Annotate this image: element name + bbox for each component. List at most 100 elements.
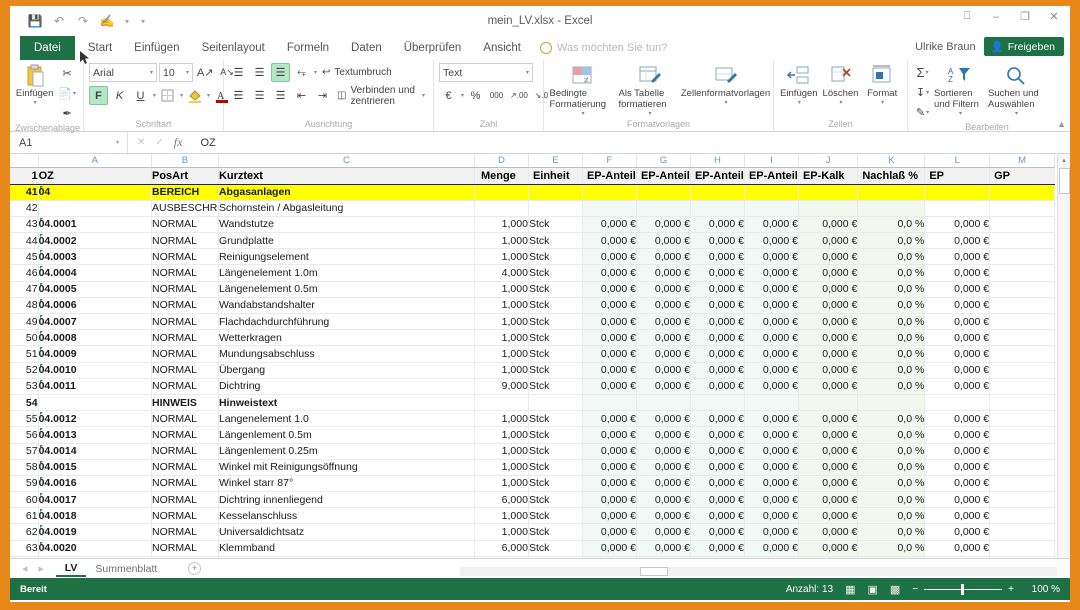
font-size-caret-icon[interactable]: ▾ xyxy=(186,69,189,76)
underline-button[interactable]: U xyxy=(131,86,150,105)
cell-oz[interactable]: 04.0012 xyxy=(38,411,151,427)
cell-posart[interactable]: NORMAL xyxy=(151,233,218,249)
cell-gp[interactable] xyxy=(990,314,1055,330)
cell-ep-anteil-2[interactable]: 0,000 € xyxy=(636,540,690,556)
cell-ep-anteil-3[interactable] xyxy=(690,200,744,216)
page-layout-view-icon[interactable]: ▣ xyxy=(868,583,878,596)
cell-ep-anteil-2[interactable] xyxy=(636,184,690,200)
increase-font-size-icon[interactable]: A↗ xyxy=(195,63,216,82)
cell-posart[interactable]: NORMAL xyxy=(151,508,218,524)
cell-ep-anteil-4[interactable]: 0,000 € xyxy=(744,297,798,313)
cell-kurztext[interactable]: Grundplatte xyxy=(218,233,474,249)
zoom-slider[interactable]: − + xyxy=(912,584,1014,595)
paste-caret-icon[interactable]: ▾ xyxy=(34,100,37,107)
cell-oz[interactable]: 04.0015 xyxy=(38,459,151,475)
cell-kurztext[interactable]: Flachdachdurchführung xyxy=(218,314,474,330)
cell-gp[interactable] xyxy=(990,524,1055,540)
cell-ep-kalk[interactable]: 0,000 € xyxy=(798,492,857,508)
table-row[interactable]: 5104.0009NORMALMundungsabschluss1,000Stc… xyxy=(10,346,1055,362)
cell-gp[interactable] xyxy=(990,362,1055,378)
cell-ep-anteil-3[interactable]: 0,000 € xyxy=(690,443,744,459)
header-cell-kurztext[interactable]: Kurztext xyxy=(218,167,474,184)
minimize-icon[interactable]: – xyxy=(988,11,1004,23)
cell-ep-anteil-4[interactable]: 0,000 € xyxy=(744,362,798,378)
cell-nachlass[interactable] xyxy=(858,200,925,216)
cell-ep-anteil-4[interactable]: 0,000 € xyxy=(744,330,798,346)
cell-posart[interactable]: NORMAL xyxy=(151,362,218,378)
cell-ep-anteil-2[interactable]: 0,000 € xyxy=(636,443,690,459)
cell-ep-anteil-2[interactable]: 0,000 € xyxy=(636,475,690,491)
cell-ep[interactable]: 0,000 € xyxy=(925,314,990,330)
cell-ep-anteil-2[interactable] xyxy=(636,394,690,410)
horizontal-scroll-thumb[interactable] xyxy=(640,567,668,576)
cell-ep-anteil-1[interactable]: 0,000 € xyxy=(582,281,636,297)
cell-ep[interactable]: 0,000 € xyxy=(925,492,990,508)
cell-kurztext[interactable]: Hinweistext xyxy=(218,394,474,410)
cell-oz[interactable]: 04.0006 xyxy=(38,297,151,313)
cell-posart[interactable]: NORMAL xyxy=(151,459,218,475)
underline-caret-icon[interactable]: ▾ xyxy=(153,92,156,99)
cell-posart[interactable]: NORMAL xyxy=(151,378,218,394)
cell-menge[interactable]: 1,000 xyxy=(474,297,528,313)
cell-einheit[interactable]: Stck xyxy=(528,492,582,508)
cell-ep-anteil-2[interactable]: 0,000 € xyxy=(636,508,690,524)
col-header-H[interactable]: H xyxy=(690,154,744,167)
enter-icon[interactable]: ✓ xyxy=(155,137,163,148)
col-header-L[interactable]: L xyxy=(925,154,990,167)
number-format-caret-icon[interactable]: ▾ xyxy=(526,69,529,76)
cell-menge[interactable]: 1,000 xyxy=(474,233,528,249)
cell-kurztext[interactable]: Wetterkragen xyxy=(218,330,474,346)
tab-start[interactable]: Start xyxy=(77,36,123,60)
table-row[interactable]: 4804.0006NORMALWandabstandshalter1,000St… xyxy=(10,297,1055,313)
font-name-input[interactable]: Arial ▾ xyxy=(89,63,157,82)
cell-ep-anteil-3[interactable]: 0,000 € xyxy=(690,411,744,427)
row-header-54[interactable]: 54 xyxy=(10,394,38,410)
cell-ep-kalk[interactable]: 0,000 € xyxy=(798,475,857,491)
cell-ep-kalk[interactable]: 0,000 € xyxy=(798,297,857,313)
cell-ep[interactable]: 0,000 € xyxy=(925,378,990,394)
increase-decimal-icon[interactable]: ↗.00 xyxy=(508,86,530,105)
row-header-63[interactable]: 63 xyxy=(10,540,38,556)
horizontal-scrollbar[interactable] xyxy=(460,567,1057,576)
cell-einheit[interactable]: Stck xyxy=(528,540,582,556)
cell-ep-kalk[interactable]: 0,000 € xyxy=(798,233,857,249)
format-cells-caret-icon[interactable]: ▾ xyxy=(881,100,884,107)
table-row[interactable]: 6004.0017NORMALDichtring innenliegend6,0… xyxy=(10,492,1055,508)
cell-kurztext[interactable]: Abgasanlagen xyxy=(218,184,474,200)
cell-ep-anteil-1[interactable] xyxy=(582,394,636,410)
cell-ep[interactable]: 0,000 € xyxy=(925,427,990,443)
insert-cells-button[interactable]: Einfügen ▾ xyxy=(779,62,819,107)
cell-kurztext[interactable]: Universaldichtsatz xyxy=(218,524,474,540)
cell-ep-anteil-1[interactable] xyxy=(582,200,636,216)
cell-oz[interactable]: 04.0020 xyxy=(38,540,151,556)
cell-ep[interactable]: 0,000 € xyxy=(925,443,990,459)
cell-einheit[interactable]: Stck xyxy=(528,297,582,313)
table-row[interactable]: 5904.0016NORMALWinkel starr 87°1,000Stck… xyxy=(10,475,1055,491)
cell-ep-anteil-3[interactable] xyxy=(690,394,744,410)
cell-oz[interactable] xyxy=(38,394,151,410)
row-header-62[interactable]: 62 xyxy=(10,524,38,540)
cell-oz[interactable]: 04.0009 xyxy=(38,346,151,362)
copy-icon[interactable]: 📄▾ xyxy=(56,84,78,103)
cell-ep-anteil-2[interactable]: 0,000 € xyxy=(636,459,690,475)
cell-ep-anteil-4[interactable]: 0,000 € xyxy=(744,427,798,443)
cell-einheit[interactable]: Stck xyxy=(528,427,582,443)
table-row[interactable]: 5504.0012NORMALLangenelement 1.01,000Stc… xyxy=(10,411,1055,427)
cell-menge[interactable]: 6,000 xyxy=(474,492,528,508)
cell-einheit[interactable]: Stck xyxy=(528,216,582,232)
cell-einheit[interactable]: Stck xyxy=(528,524,582,540)
cell-oz[interactable]: 04.0017 xyxy=(38,492,151,508)
cell-gp[interactable] xyxy=(990,508,1055,524)
cell-ep[interactable]: 0,000 € xyxy=(925,475,990,491)
cell-menge[interactable]: 1,000 xyxy=(474,443,528,459)
cell-posart[interactable]: NORMAL xyxy=(151,540,218,556)
zoom-track[interactable] xyxy=(924,589,1002,590)
increase-indent-icon[interactable]: ⇥ xyxy=(313,86,332,105)
cell-nachlass[interactable]: 0,0 % xyxy=(858,492,925,508)
cell-ep-anteil-4[interactable]: 0,000 € xyxy=(744,281,798,297)
cell-gp[interactable] xyxy=(990,394,1055,410)
cell-ep-kalk[interactable]: 0,000 € xyxy=(798,540,857,556)
cell-nachlass[interactable]: 0,0 % xyxy=(858,314,925,330)
cell-menge[interactable]: 9,000 xyxy=(474,378,528,394)
cell-ep-kalk[interactable]: 0,000 € xyxy=(798,524,857,540)
